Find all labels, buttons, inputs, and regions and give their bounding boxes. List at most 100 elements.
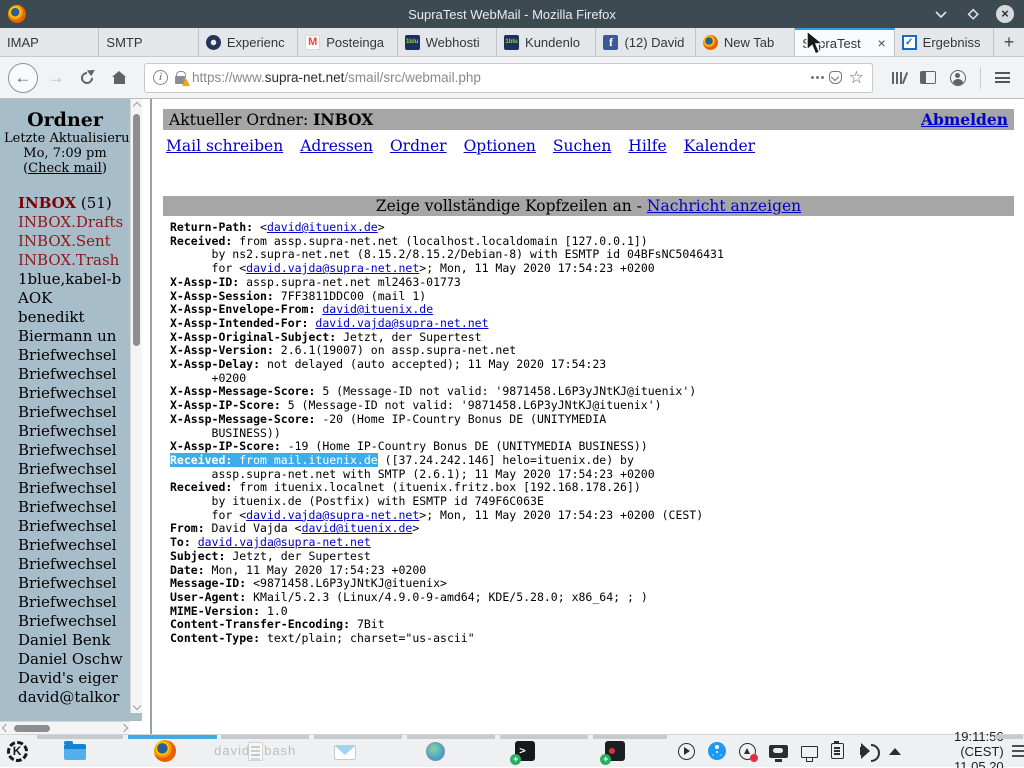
check-mail-link[interactable]: Check mail	[28, 161, 102, 176]
scroll-up-icon[interactable]	[132, 102, 140, 110]
frame-divider[interactable]	[142, 99, 160, 734]
network-monitor-icon[interactable]	[801, 746, 818, 758]
nav-link-adressen[interactable]: Adressen	[300, 137, 373, 155]
taskbar-app-file-manager[interactable]	[30, 735, 120, 768]
header-link[interactable]: david@ituenix.de	[322, 302, 433, 316]
page-info-icon[interactable]	[153, 70, 168, 85]
folder-link-benedikt[interactable]: benedikt	[18, 308, 85, 326]
scroll-left-icon[interactable]	[2, 724, 10, 732]
nav-link-hilfe[interactable]: Hilfe	[628, 137, 666, 155]
folder-link-biermann-un[interactable]: Biermann un	[18, 327, 116, 345]
folder-link-inbox[interactable]: INBOX	[18, 194, 76, 212]
folder-link-briefwechsel[interactable]: Briefwechsel	[18, 574, 117, 592]
folder-link-briefwechsel[interactable]: Briefwechsel	[18, 460, 117, 478]
tab-close-icon[interactable]: ×	[876, 35, 886, 51]
new-tab-button[interactable]: +	[994, 28, 1024, 56]
taskbar-clock[interactable]: 19:11:56 (CEST) 11.05.20	[917, 729, 1003, 768]
page-actions-icon[interactable]	[811, 76, 814, 79]
folder-link-briefwechsel[interactable]: Briefwechsel	[18, 479, 117, 497]
sidebar-hscrollbar[interactable]	[0, 721, 130, 734]
accessibility-icon[interactable]	[708, 742, 726, 760]
folder-link-inbox-sent[interactable]: INBOX.Sent	[18, 232, 111, 250]
expand-arrow-icon[interactable]	[889, 748, 901, 755]
nav-link-suchen[interactable]: Suchen	[553, 137, 611, 155]
sidebar-toggle-icon[interactable]	[920, 71, 936, 84]
menu-icon[interactable]	[995, 72, 1010, 83]
header-link[interactable]: david@ituenix.de	[267, 220, 378, 234]
close-icon[interactable]: ×	[996, 5, 1014, 23]
folder-link-briefwechsel[interactable]: Briefwechsel	[18, 555, 117, 573]
header-link[interactable]: david.vajda@supra-net.net	[246, 508, 419, 522]
back-button[interactable]: ←	[8, 63, 38, 93]
header-link[interactable]: david@ituenix.de	[302, 521, 413, 535]
vscrollbar-thumb[interactable]	[133, 114, 140, 346]
logout-link[interactable]: Abmelden	[921, 110, 1008, 129]
maximize-icon[interactable]	[964, 5, 982, 23]
folder-link-daniel-benk[interactable]: Daniel Benk	[18, 631, 111, 649]
forward-button[interactable]: →	[44, 66, 68, 90]
taskbar-app-konsole[interactable]: +	[480, 735, 570, 768]
bookmark-star-icon[interactable]: ☆	[849, 69, 864, 86]
folder-link-briefwechsel[interactable]: Briefwechsel	[18, 346, 117, 364]
taskbar-app-kate[interactable]: +	[570, 735, 660, 768]
home-button[interactable]	[106, 65, 132, 91]
folder-link-inbox-trash[interactable]: INBOX.Trash	[18, 251, 119, 269]
library-icon[interactable]	[891, 71, 906, 85]
folder-link-briefwechsel[interactable]: Briefwechsel	[18, 536, 117, 554]
minimize-icon[interactable]	[932, 5, 950, 23]
folder-link-briefwechsel[interactable]: Briefwechsel	[18, 517, 117, 535]
nav-link-mail-schreiben[interactable]: Mail schreiben	[166, 137, 283, 155]
folder-link-briefwechsel[interactable]: Briefwechsel	[18, 365, 117, 383]
screen-share-icon[interactable]	[769, 745, 788, 758]
folder-link-briefwechsel[interactable]: Briefwechsel	[18, 403, 117, 421]
browser-tab-ergebniss[interactable]: Ergebniss	[895, 28, 994, 56]
nav-link-ordner[interactable]: Ordner	[390, 137, 447, 155]
mixed-content-lock-icon[interactable]	[175, 76, 185, 84]
panel-menu-icon[interactable]	[1012, 745, 1024, 757]
browser-tab-experienc[interactable]: Experienc	[199, 28, 298, 56]
folder-link-1blue-kabel-b[interactable]: 1blue,kabel-b	[18, 270, 121, 288]
browser-tab-supratest[interactable]: SupraTest×	[795, 28, 894, 56]
taskbar-app-document[interactable]: david : bash	[210, 735, 300, 768]
hscrollbar-thumb[interactable]	[14, 725, 50, 732]
folder-link-briefwechsel[interactable]: Briefwechsel	[18, 593, 117, 611]
updates-icon[interactable]	[739, 743, 756, 760]
header-link[interactable]: david.vajda@supra-net.net	[315, 316, 488, 330]
clipboard-icon[interactable]	[831, 743, 844, 759]
browser-tab-posteinga[interactable]: Posteinga	[298, 28, 397, 56]
folder-link-briefwechsel[interactable]: Briefwechsel	[18, 498, 117, 516]
folder-link-inbox-drafts[interactable]: INBOX.Drafts	[18, 213, 123, 231]
browser-tab-smtp[interactable]: SMTP	[99, 28, 198, 56]
url-text[interactable]: https://www.supra-net.net/smail/src/webm…	[192, 70, 804, 85]
view-message-link[interactable]: Nachricht anzeigen	[647, 197, 801, 215]
folder-link-briefwechsel[interactable]: Briefwechsel	[18, 422, 117, 440]
scroll-down-icon[interactable]	[132, 702, 140, 710]
header-link[interactable]: david.vajda@supra-net.net	[198, 535, 371, 549]
account-icon[interactable]	[950, 70, 966, 86]
volume-icon[interactable]	[860, 747, 866, 755]
folder-link-aok[interactable]: AOK	[18, 289, 52, 307]
folder-link-david-s-eiger[interactable]: David's eiger	[18, 669, 118, 687]
folder-link-briefwechsel[interactable]: Briefwechsel	[18, 612, 117, 630]
app-launcher-button[interactable]	[4, 735, 30, 768]
reload-button[interactable]	[74, 65, 100, 91]
nav-link-optionen[interactable]: Optionen	[464, 137, 536, 155]
folder-link-briefwechsel[interactable]: Briefwechsel	[18, 441, 117, 459]
url-bar[interactable]: https://www.supra-net.net/smail/src/webm…	[144, 63, 873, 93]
folder-link-briefwechsel[interactable]: Briefwechsel	[18, 384, 117, 402]
taskbar-app-mail[interactable]	[300, 735, 390, 768]
pocket-icon[interactable]	[829, 71, 842, 84]
browser-tab-new-tab[interactable]: New Tab	[696, 28, 795, 56]
folder-link-david-talkor[interactable]: david@talkor	[18, 688, 119, 706]
taskbar-app-globe[interactable]	[390, 735, 480, 768]
browser-tab-webhosti[interactable]: Webhosti	[398, 28, 497, 56]
folder-link-daniel-oschw[interactable]: Daniel Oschw	[18, 650, 123, 668]
media-play-icon[interactable]	[678, 743, 695, 760]
scroll-right-icon[interactable]	[120, 724, 128, 732]
browser-tab-kundenlo[interactable]: Kundenlo	[497, 28, 596, 56]
taskbar-app-firefox[interactable]	[120, 735, 210, 768]
browser-tab-12-david[interactable]: (12) David	[596, 28, 695, 56]
nav-link-kalender[interactable]: Kalender	[684, 137, 755, 155]
header-link[interactable]: david.vajda@supra-net.net	[246, 261, 419, 275]
browser-tab-imap[interactable]: IMAP	[0, 28, 99, 56]
